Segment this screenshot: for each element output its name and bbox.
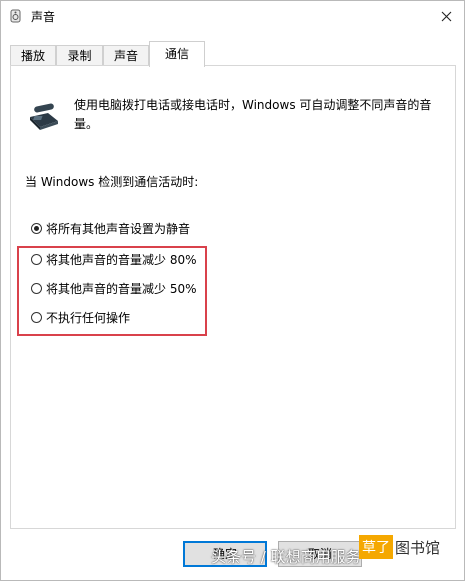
option-mute-all[interactable]: 将所有其他声音设置为静音 <box>31 218 190 238</box>
option-reduce-50[interactable]: 将其他声音的音量减少 50% <box>31 278 197 298</box>
radio-button[interactable] <box>31 282 42 294</box>
speaker-icon <box>10 9 21 23</box>
description-text: 使用电脑拨打电话或接电话时，Windows 可自动调整不同声音的音量。 <box>74 98 432 131</box>
close-icon <box>441 11 451 21</box>
window-title: 声音 <box>31 10 56 24</box>
watermark-logo: 草了 图书馆 <box>359 535 441 559</box>
option-label: 将所有其他声音设置为静音 <box>46 221 191 236</box>
radio-button[interactable] <box>31 222 42 234</box>
option-label: 将其他声音的音量减少 50% <box>46 281 197 296</box>
tab-playback[interactable]: 播放 <box>10 45 56 66</box>
tab-recording[interactable]: 录制 <box>56 45 103 66</box>
tab-communications[interactable]: 通信 <box>149 41 205 67</box>
radio-button[interactable] <box>31 311 42 323</box>
watermark-text: 头条号 / 联想商用服务 <box>211 548 361 566</box>
telephone-icon <box>30 103 58 130</box>
logo-part-2: 图书馆 <box>393 536 441 558</box>
option-label: 不执行任何操作 <box>46 310 131 325</box>
communications-panel: 使用电脑拨打电话或接电话时，Windows 可自动调整不同声音的音量。 当 Wi… <box>10 65 456 529</box>
tab-sounds[interactable]: 声音 <box>103 45 149 66</box>
close-button[interactable] <box>428 1 464 31</box>
section-label: 当 Windows 检测到通信活动时: <box>25 175 199 189</box>
title-bar: 声音 <box>1 1 464 31</box>
option-reduce-80[interactable]: 将其他声音的音量减少 80% <box>31 249 197 269</box>
option-label: 将其他声音的音量减少 80% <box>46 252 197 267</box>
option-do-nothing[interactable]: 不执行任何操作 <box>31 307 130 327</box>
radio-button[interactable] <box>31 253 42 265</box>
logo-part-1: 草了 <box>359 535 393 559</box>
sound-dialog: 声音 播放 录制 声音 通信 使用电脑拨打电话或接电话时，Windows 可自动… <box>0 0 465 581</box>
